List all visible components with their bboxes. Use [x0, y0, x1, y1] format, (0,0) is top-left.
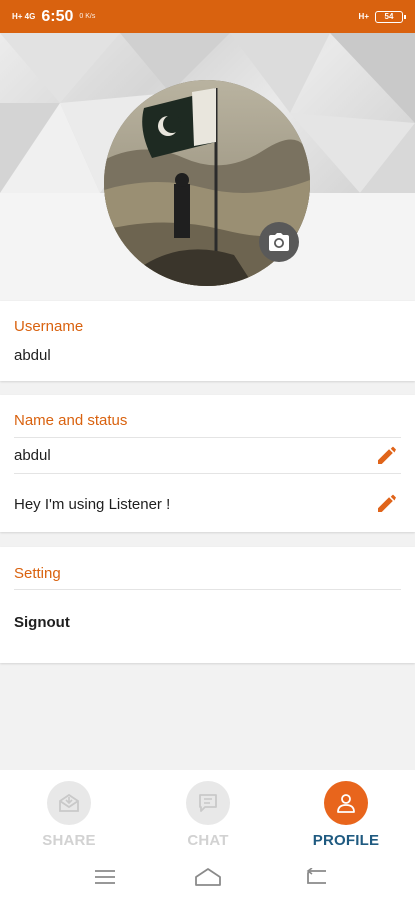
setting-title: Setting [14, 565, 61, 582]
mail-share-icon [59, 793, 79, 812]
share-icon-circle [47, 781, 91, 825]
camera-icon [269, 233, 289, 251]
edit-name-icon[interactable] [375, 443, 399, 467]
divider [14, 437, 401, 438]
username-card: Username abdul [0, 301, 415, 381]
name-status-card: Name and status abdul Hey I'm using List… [0, 395, 415, 532]
person-icon [337, 794, 355, 813]
edit-status-icon[interactable] [375, 491, 399, 515]
username-title: Username [14, 318, 84, 335]
chat-icon-circle [186, 781, 230, 825]
nav-chat[interactable]: CHAT [163, 781, 253, 849]
setting-card: Setting Signout [0, 547, 415, 663]
bottom-navigation: SHARE CHAT PROFILE [0, 770, 415, 855]
username-value: abdul [14, 347, 51, 364]
nav-profile-label: PROFILE [312, 832, 380, 849]
clock: 6:50 [41, 7, 74, 25]
change-photo-button[interactable] [259, 222, 299, 262]
nav-share-label: SHARE [42, 832, 96, 849]
divider [14, 473, 401, 474]
status-message: Hey I'm using Listener ! [14, 496, 171, 513]
display-name: abdul [14, 447, 51, 464]
back-button[interactable] [302, 865, 332, 889]
signal-indicator: H+ 4G [12, 11, 36, 21]
nav-share[interactable]: SHARE [24, 781, 114, 849]
system-navigation-bar [0, 855, 415, 900]
home-button[interactable] [193, 865, 223, 889]
network-type: H+ [358, 12, 369, 21]
home-icon [195, 868, 221, 886]
nav-profile[interactable]: PROFILE [301, 781, 391, 849]
chat-icon [199, 794, 217, 812]
divider [14, 589, 401, 590]
menu-icon [95, 870, 115, 884]
menu-button[interactable] [90, 865, 120, 889]
profile-icon-circle [324, 781, 368, 825]
battery-indicator: 54 [375, 10, 406, 23]
name-status-title: Name and status [14, 412, 128, 429]
network-speed: 0 K/s [79, 13, 96, 20]
status-bar: H+ 4G 6:50 0 K/s H+ 54 [0, 0, 415, 33]
signout-button[interactable]: Signout [14, 614, 70, 631]
back-icon [306, 868, 326, 884]
nav-chat-label: CHAT [187, 832, 229, 849]
